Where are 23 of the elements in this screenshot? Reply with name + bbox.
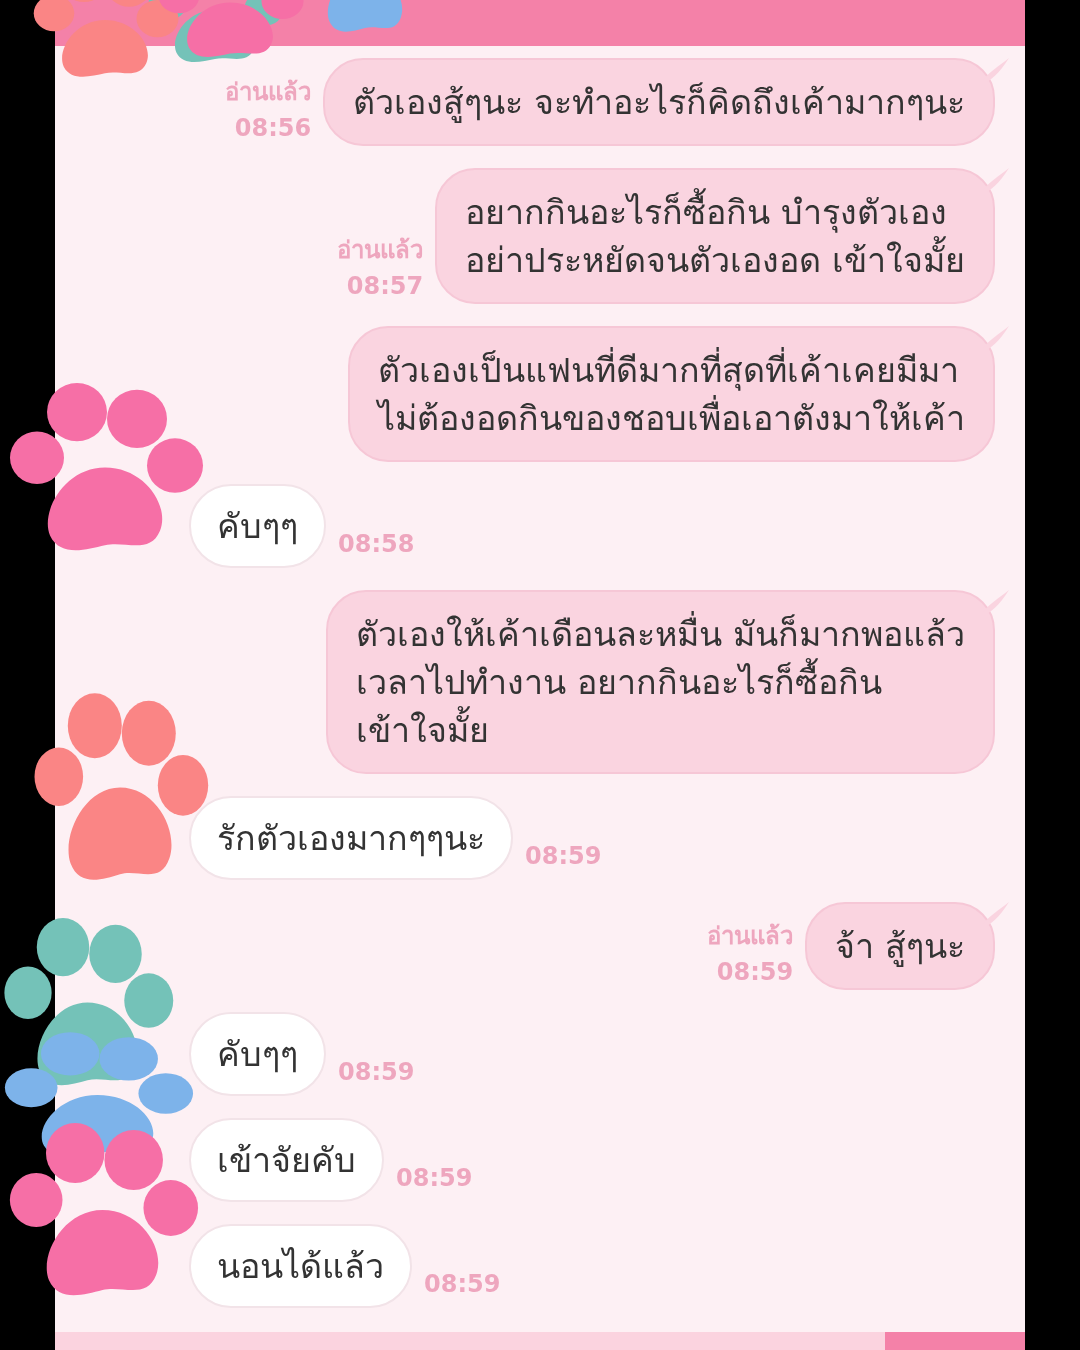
sent-message-bubble: ตัวเองเป็นแฟนที่ดีมากที่สุดที่เค้าเคยมีมา ไม่ต้องอดกินของชอบเพื่อเอาตังมาให้เค้า xyxy=(348,326,995,462)
input-bar[interactable] xyxy=(55,1332,885,1350)
message-time: 08:59 xyxy=(338,1057,415,1088)
message-time: 08:56 xyxy=(234,113,312,144)
message-time: 08:59 xyxy=(424,1269,501,1300)
message-time: 08:59 xyxy=(525,841,602,872)
sent-message-bubble: จ้า สู้ๆนะ xyxy=(805,902,995,990)
message-time: 08:59 xyxy=(716,957,794,988)
message-time: 08:57 xyxy=(346,271,424,302)
read-receipt: อ่านแล้ว xyxy=(337,235,424,266)
read-receipt: อ่านแล้ว xyxy=(707,921,794,952)
send-tab[interactable] xyxy=(885,1332,1025,1350)
sent-message-bubble: ตัวเองให้เค้าเดือนละหมื่น มันก็มากพอแล้ว เวลาไปทำงาน อยากกินอะไรก็ซื้อกิน เข้าใจมั้ย xyxy=(326,590,995,774)
received-message-bubble: คับๆๆ xyxy=(189,484,326,568)
received-message-bubble: เข้าจัยคับ xyxy=(189,1118,384,1202)
received-message-bubble: รักตัวเองมากๆๆนะ xyxy=(189,796,513,880)
sent-message-bubble: ตัวเองสู้ๆนะ จะทำอะไรก็คิดถึงเค้ามากๆนะ xyxy=(323,58,995,146)
received-message-bubble: นอนได้แล้ว xyxy=(189,1224,412,1308)
sent-message-bubble: อยากกินอะไรก็ซื้อกิน บำรุงตัวเอง อย่าประหยัดจนตัวเองอด เข้าใจมั้ย xyxy=(435,168,995,304)
read-receipt: อ่านแล้ว xyxy=(225,77,312,108)
message-time: 08:58 xyxy=(338,529,415,560)
received-message-bubble: คับๆๆ xyxy=(189,1012,326,1096)
message-time: 08:59 xyxy=(396,1163,473,1194)
